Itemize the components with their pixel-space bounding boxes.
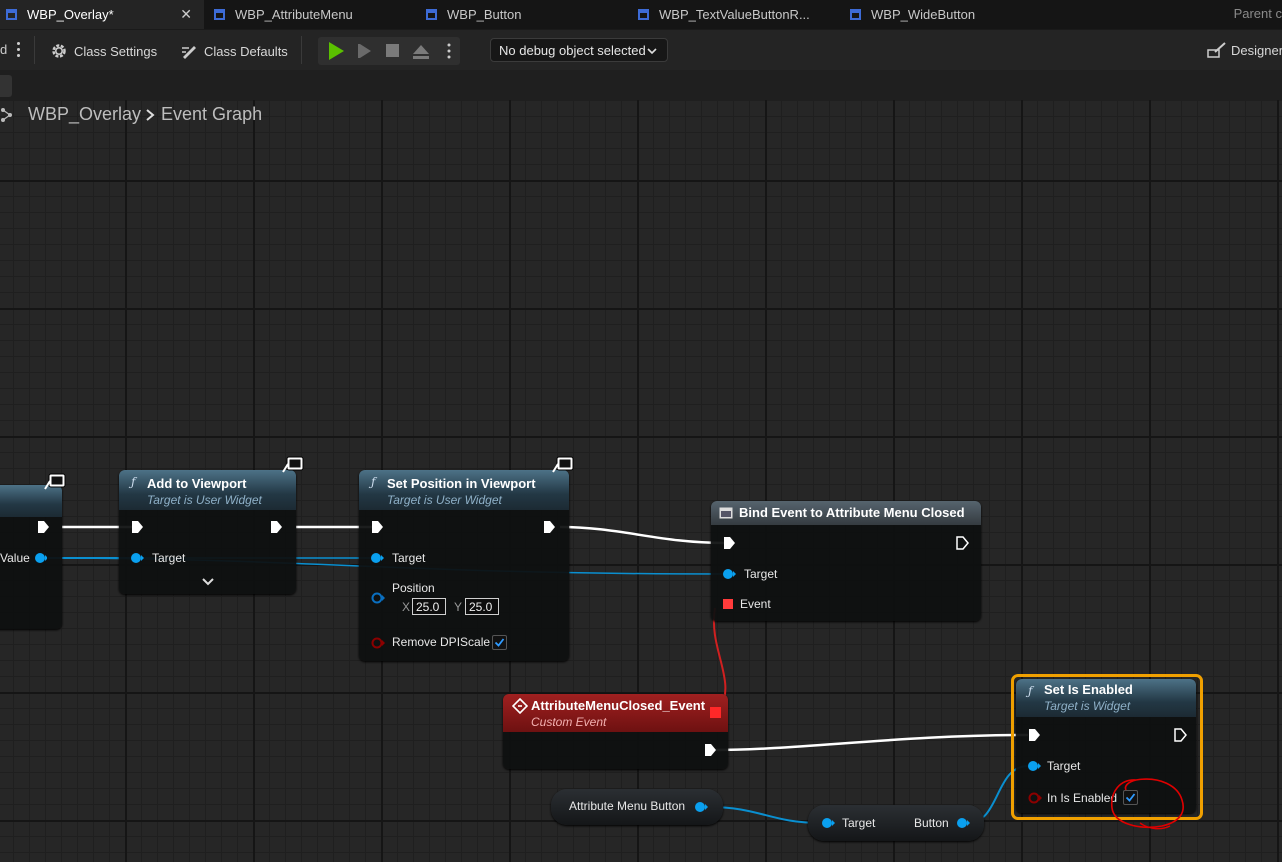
node-header: ƒ Set Position in Viewport Target is Use… (359, 470, 569, 510)
exec-out-pin[interactable] (36, 520, 50, 534)
event-dispatcher-icon (719, 507, 733, 519)
node-title: Add to Viewport (147, 476, 247, 491)
target-label: Target (152, 551, 186, 565)
event-diamond-icon (512, 698, 528, 714)
position-pin[interactable] (370, 591, 386, 605)
exec-wire (713, 733, 1029, 752)
exec-out-pin[interactable] (703, 743, 717, 757)
object-wire (708, 806, 823, 824)
monitor-icon (44, 473, 66, 490)
x-axis-label: X (402, 600, 411, 614)
exec-out-pin[interactable] (1173, 728, 1187, 742)
position-y-input[interactable]: 25.0 (465, 598, 499, 615)
event-delegate-out-pin[interactable] (709, 706, 723, 720)
exec-in-pin[interactable] (130, 520, 144, 534)
bind-event-node[interactable]: Bind Event to Attribute Menu Closed Targ… (711, 501, 981, 621)
target-label: Target (1047, 759, 1081, 773)
node-title: Bind Event to Attribute Menu Closed (739, 505, 965, 520)
node-header: ƒ Set Is Enabled Target is Widget (1016, 679, 1196, 717)
attribute-menu-button-getter[interactable]: Attribute Menu Button (551, 789, 723, 825)
node-title: Set Is Enabled (1044, 682, 1133, 697)
target-pin[interactable] (130, 551, 144, 565)
button-out-pin[interactable] (956, 816, 970, 830)
exec-out-pin[interactable] (542, 520, 556, 534)
node-subtitle: Target is User Widget (147, 493, 262, 507)
exec-out-pin[interactable] (955, 536, 969, 550)
node-title: AttributeMenuClosed_Event (531, 698, 706, 713)
red-annotation-circle (1111, 778, 1184, 830)
node-header: Bind Event to Attribute Menu Closed (711, 501, 981, 525)
variable-label: Attribute Menu Button (569, 799, 686, 813)
exec-in-pin[interactable] (370, 520, 384, 534)
position-label: Position (392, 581, 435, 595)
target-label: Target (842, 816, 876, 830)
custom-event-node[interactable]: AttributeMenuClosed_Event Custom Event (503, 694, 728, 769)
return-value-node[interactable]: Value (0, 473, 66, 629)
exec-in-pin[interactable] (722, 536, 736, 550)
remove-dpiscale-checkbox[interactable] (492, 635, 507, 650)
function-icon: ƒ (131, 475, 136, 489)
checkmark-icon (494, 638, 505, 647)
node-subtitle: Custom Event (531, 715, 607, 729)
target-pin[interactable] (370, 551, 384, 565)
position-x-input[interactable]: 25.0 (412, 598, 446, 615)
function-icon: ƒ (1028, 684, 1033, 698)
expand-chevron-icon[interactable] (201, 577, 215, 587)
button-label: Button (914, 816, 949, 830)
node-title: Set Position in Viewport (387, 476, 536, 491)
node-header: ƒ Add to Viewport Target is User Widget (119, 470, 296, 510)
event-delegate-pin[interactable] (722, 597, 736, 611)
monitor-icon (552, 456, 574, 473)
add-to-viewport-node[interactable]: ƒ Add to Viewport Target is User Widget … (119, 456, 304, 594)
target-pin[interactable] (1027, 759, 1041, 773)
target-label: Target (744, 567, 778, 581)
get-button-node[interactable]: Target Button (808, 805, 984, 841)
exec-out-pin[interactable] (269, 520, 283, 534)
remove-dpiscale-pin[interactable] (370, 636, 386, 650)
event-label: Event (740, 597, 771, 611)
node-subtitle: Target is User Widget (387, 493, 502, 507)
exec-in-pin[interactable] (1027, 728, 1041, 742)
target-label: Target (392, 551, 426, 565)
in-is-enabled-pin[interactable] (1027, 791, 1043, 805)
exec-wire (559, 525, 725, 545)
target-pin[interactable] (722, 567, 736, 581)
y-axis-label: Y (454, 600, 463, 614)
node-subtitle: Target is Widget (1044, 699, 1131, 713)
variable-out-pin[interactable] (694, 800, 708, 814)
return-value-pin[interactable] (33, 551, 47, 565)
remove-dpiscale-label: Remove DPIScale (392, 635, 491, 649)
set-position-in-viewport-node[interactable]: ƒ Set Position in Viewport Target is Use… (359, 456, 574, 661)
return-value-label: Value (0, 551, 30, 565)
monitor-icon (282, 456, 304, 473)
function-icon: ƒ (371, 475, 376, 489)
target-pin[interactable] (821, 816, 835, 830)
node-header: AttributeMenuClosed_Event Custom Event (503, 694, 728, 732)
